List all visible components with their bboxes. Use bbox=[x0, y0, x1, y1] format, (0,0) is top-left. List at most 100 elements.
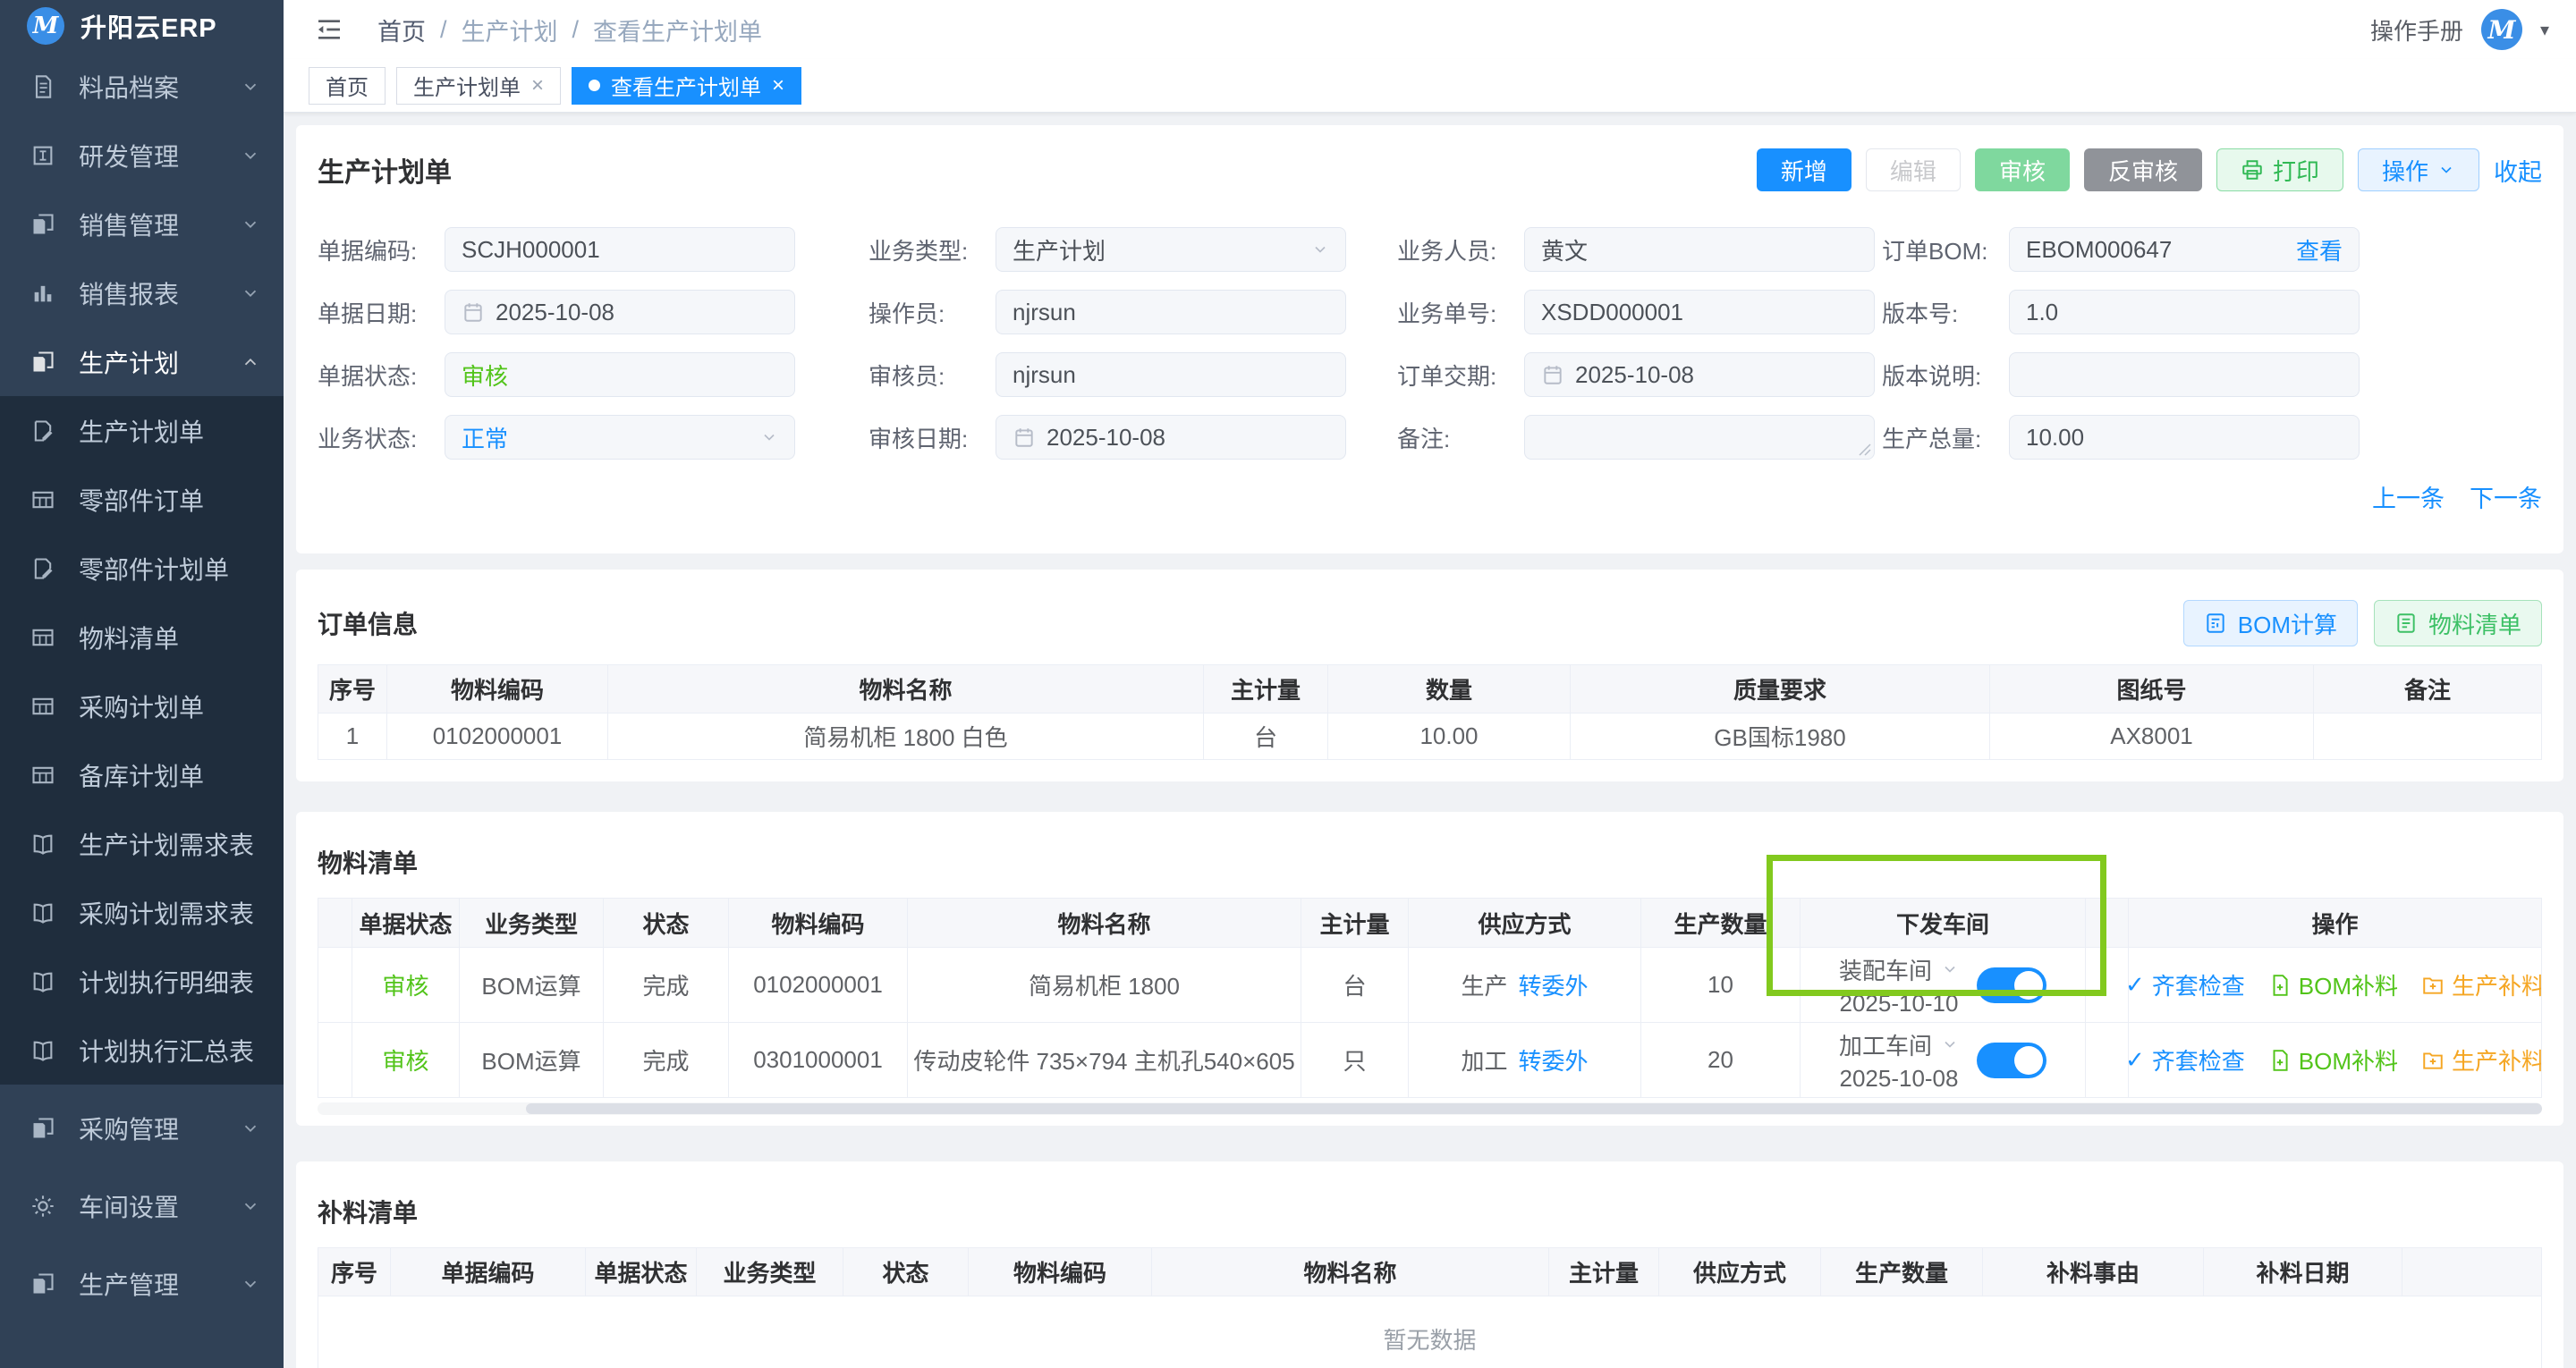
field-label: 订单交期: bbox=[1397, 359, 1524, 392]
workshop-select[interactable]: 装配车间 bbox=[1839, 953, 1959, 986]
to-outsource-link[interactable]: 转委外 bbox=[1519, 968, 1589, 1001]
collapse-link[interactable]: 收起 bbox=[2494, 153, 2542, 188]
doc-code-input[interactable]: SCJH000001 bbox=[445, 227, 795, 272]
sidebar-item-purchase-management[interactable]: 采购管理 bbox=[0, 1094, 284, 1162]
breadcrumb-home[interactable]: 首页 bbox=[377, 13, 426, 47]
kit-check-action[interactable]: ✓齐套检查 bbox=[2129, 968, 2245, 1001]
sidebar-item-stock-plan-order[interactable]: 备库计划单 bbox=[0, 740, 284, 809]
breadcrumb-section[interactable]: 生产计划 bbox=[462, 13, 558, 47]
cell-material-name: 简易机柜 1800 bbox=[908, 948, 1301, 1023]
sidebar-submenu-production-plan: 生产计划单 零部件订单 零部件计划单 物料清单 采购计划单 备库计划单 bbox=[0, 396, 284, 1085]
remark-textarea[interactable] bbox=[1524, 415, 1875, 460]
view-bom-link[interactable]: 查看 bbox=[2296, 233, 2343, 266]
sidebar-item-parts-plan-order[interactable]: 零部件计划单 bbox=[0, 534, 284, 603]
sidebar-item-purchase-demand-report[interactable]: 采购计划需求表 bbox=[0, 878, 284, 947]
sidebar-item-rnd-management[interactable]: 研发管理 bbox=[0, 121, 284, 190]
next-record-link[interactable]: 下一条 bbox=[2470, 479, 2542, 514]
col-biz-type: 业务类型 bbox=[697, 1248, 843, 1296]
bom-supplement-action[interactable]: BOM补料 bbox=[2268, 1043, 2398, 1077]
workshop-value: 装配车间 bbox=[1839, 953, 1932, 986]
unaudit-button[interactable]: 反审核 bbox=[2084, 148, 2202, 191]
biz-type-select[interactable]: 生产计划 bbox=[996, 227, 1346, 272]
sidebar-item-material-list[interactable]: 物料清单 bbox=[0, 603, 284, 671]
material-list-button[interactable]: 物料清单 bbox=[2374, 600, 2542, 646]
calendar-icon bbox=[462, 300, 485, 324]
biz-status-select[interactable]: 正常 bbox=[445, 415, 795, 460]
close-icon[interactable]: × bbox=[772, 73, 784, 98]
version-note-input[interactable] bbox=[2009, 352, 2360, 397]
add-button[interactable]: 新增 bbox=[1757, 148, 1852, 191]
tab-home[interactable]: 首页 bbox=[309, 67, 386, 105]
bom-supplement-action[interactable]: BOM补料 bbox=[2268, 968, 2398, 1001]
avatar[interactable]: M bbox=[2481, 9, 2522, 50]
doc-status-input[interactable]: 审核 bbox=[445, 352, 795, 397]
bom-calc-button[interactable]: BOM计算 bbox=[2183, 600, 2358, 646]
field-value: 1.0 bbox=[2026, 299, 2058, 326]
tab-view-production-plan-order[interactable]: 查看生产计划单 × bbox=[572, 67, 801, 105]
tab-production-plan-order[interactable]: 生产计划单 × bbox=[396, 67, 561, 105]
cell-material-code: 0102000001 bbox=[387, 714, 608, 760]
col-material-code: 物料编码 bbox=[969, 1248, 1152, 1296]
biz-doc-no-input[interactable]: XSDD000001 bbox=[1524, 290, 1875, 334]
manual-link[interactable]: 操作手册 bbox=[2370, 13, 2463, 46]
biz-person-input[interactable]: 黄文 bbox=[1524, 227, 1875, 272]
actions-dropdown-button[interactable]: 操作 bbox=[2358, 148, 2479, 191]
operator-input[interactable]: njrsun bbox=[996, 290, 1346, 334]
sidebar-item-label: 生产计划需求表 bbox=[79, 826, 254, 862]
prev-record-link[interactable]: 上一条 bbox=[2372, 479, 2445, 514]
toolbar: 新增 编辑 审核 反审核 打印 操作 收起 bbox=[1757, 148, 2542, 191]
sidebar-item-production-plan[interactable]: 生产计划 bbox=[0, 327, 284, 396]
print-label: 打印 bbox=[2273, 154, 2319, 187]
audit-button[interactable]: 审核 bbox=[1975, 148, 2070, 191]
sidebar-item-plan-execution-detail[interactable]: 计划执行明细表 bbox=[0, 947, 284, 1016]
status-value: 审核 bbox=[462, 359, 508, 392]
col-drawing-no: 图纸号 bbox=[1990, 665, 2314, 714]
edit-button[interactable]: 编辑 bbox=[1866, 148, 1961, 191]
table-row[interactable]: 1 0102000001 简易机柜 1800 白色 台 10.00 GB国标19… bbox=[318, 714, 2542, 760]
calendar-icon bbox=[1541, 363, 1564, 386]
sidebar-item-parts-order[interactable]: 零部件订单 bbox=[0, 465, 284, 534]
cell-unit: 只 bbox=[1301, 1023, 1409, 1098]
field-label: 业务单号: bbox=[1397, 296, 1524, 329]
close-icon[interactable]: × bbox=[531, 73, 544, 98]
print-button[interactable]: 打印 bbox=[2216, 148, 2343, 191]
auditor-input[interactable]: njrsun bbox=[996, 352, 1346, 397]
page-content: 生产计划单 新增 编辑 审核 反审核 打印 操作 bbox=[284, 113, 2576, 1368]
resize-handle-icon[interactable] bbox=[1859, 443, 1871, 456]
table-row[interactable]: 审核 BOM运算 完成 0102000001 简易机柜 1800 台 生产 转委… bbox=[318, 948, 2542, 1023]
dispatch-toggle[interactable] bbox=[1977, 1043, 2046, 1078]
sidebar-item-sales-management[interactable]: 销售管理 bbox=[0, 190, 284, 258]
sidebar-item-workshop-settings[interactable]: 车间设置 bbox=[0, 1171, 284, 1240]
sidebar-item-purchase-plan-order[interactable]: 采购计划单 bbox=[0, 671, 284, 740]
production-total-input[interactable]: 10.00 bbox=[2009, 415, 2360, 460]
horizontal-scrollbar[interactable] bbox=[318, 1102, 2542, 1115]
scrollbar-thumb[interactable] bbox=[526, 1103, 2542, 1114]
chevron-down-icon bbox=[760, 428, 778, 446]
table-row[interactable]: 审核 BOM运算 完成 0301000001 传动皮轮件 735×794 主机孔… bbox=[318, 1023, 2542, 1098]
order-bom-input[interactable]: EBOM000647 查看 bbox=[2009, 227, 2360, 272]
cell-unit: 台 bbox=[1301, 948, 1409, 1023]
order-info-table: 序号 物料编码 物料名称 主计量 数量 质量要求 图纸号 备注 1 010200… bbox=[318, 664, 2542, 760]
kit-check-action[interactable]: ✓齐套检查 bbox=[2129, 1043, 2245, 1077]
sidebar-item-production-management[interactable]: 生产管理 bbox=[0, 1249, 284, 1318]
sidebar-item-plan-execution-summary[interactable]: 计划执行汇总表 bbox=[0, 1016, 284, 1085]
dispatch-toggle[interactable] bbox=[1977, 967, 2046, 1003]
sidebar-collapse-icon[interactable] bbox=[315, 15, 343, 44]
sidebar-item-label: 料品档案 bbox=[79, 69, 179, 105]
sidebar-item-production-demand-report[interactable]: 生产计划需求表 bbox=[0, 809, 284, 878]
production-supplement-action[interactable]: 生产补料 bbox=[2421, 1043, 2541, 1077]
sidebar-item-material-archive[interactable]: 料品档案 bbox=[0, 52, 284, 121]
chevron-down-icon[interactable]: ▾ bbox=[2540, 19, 2549, 41]
to-outsource-link[interactable]: 转委外 bbox=[1519, 1043, 1589, 1077]
cell-spacer bbox=[318, 948, 352, 1023]
production-supplement-action[interactable]: 生产补料 bbox=[2421, 968, 2541, 1001]
field-label: 审核员: bbox=[869, 359, 996, 392]
version-no-input[interactable]: 1.0 bbox=[2009, 290, 2360, 334]
doc-date-input[interactable]: 2025-10-08 bbox=[445, 290, 795, 334]
workshop-select[interactable]: 加工车间 bbox=[1839, 1028, 1959, 1061]
sidebar-item-sales-reports[interactable]: 销售报表 bbox=[0, 258, 284, 327]
field-label: 业务状态: bbox=[318, 421, 445, 454]
order-delivery-date-input[interactable]: 2025-10-08 bbox=[1524, 352, 1875, 397]
sidebar-item-production-plan-order[interactable]: 生产计划单 bbox=[0, 396, 284, 465]
audit-date-input[interactable]: 2025-10-08 bbox=[996, 415, 1346, 460]
